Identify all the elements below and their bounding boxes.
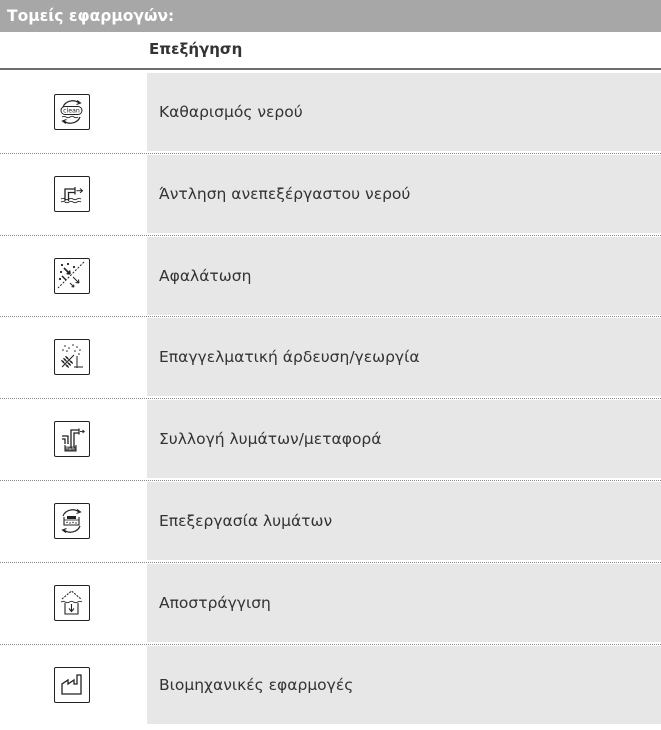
table-row: Αποστράγγιση (0, 563, 661, 645)
row-label: Αφαλάτωση (147, 236, 661, 315)
row-label: Συλλογή λυμάτων/μεταφορά (147, 400, 661, 479)
water-treatment-icon: clean (54, 94, 90, 130)
row-label: Αποστράγγιση (147, 563, 661, 642)
table-row: Επεξεργασία λυμάτων (0, 481, 661, 563)
table-row: Βιομηχανικές εφαρμογές (0, 645, 661, 727)
industrial-icon (54, 666, 90, 703)
row-label: Βιομηχανικές εφαρμογές (147, 645, 661, 724)
row-label: Επεξεργασία λυμάτων (147, 481, 661, 560)
wastewater-collection-icon (54, 421, 90, 458)
desalination-icon (54, 257, 90, 294)
raw-water-intake-icon (54, 175, 90, 212)
section-title: Τομείς εφαρμογών: (0, 0, 661, 32)
table-row: Άντληση ανεπεξέργαστου νερού (0, 154, 661, 236)
table-row: clean Καθαρισμός νερού (0, 72, 661, 154)
application-list: clean Καθαρισμός νερού Άντληση ανεπεξέργ… (0, 72, 661, 726)
page: Τομείς εφαρμογών: Επεξήγηση clean Καθαρι… (0, 0, 661, 730)
row-label: Επαγγελματική άρδευση/γεωργία (147, 318, 661, 397)
column-header-row: Επεξήγηση (0, 33, 661, 70)
table-row: Αφαλάτωση (0, 236, 661, 318)
table-row: Επαγγελματική άρδευση/γεωργία (0, 317, 661, 400)
drainage-icon (54, 584, 90, 621)
clean-label: clean (63, 108, 80, 115)
irrigation-agriculture-icon (54, 339, 90, 376)
column-header-explanation: Επεξήγηση (149, 40, 243, 58)
table-row: Συλλογή λυμάτων/μεταφορά (0, 399, 661, 481)
wastewater-treatment-icon (54, 502, 90, 539)
row-label: Άντληση ανεπεξέργαστου νερού (147, 154, 661, 233)
row-label: Καθαρισμός νερού (147, 73, 661, 151)
